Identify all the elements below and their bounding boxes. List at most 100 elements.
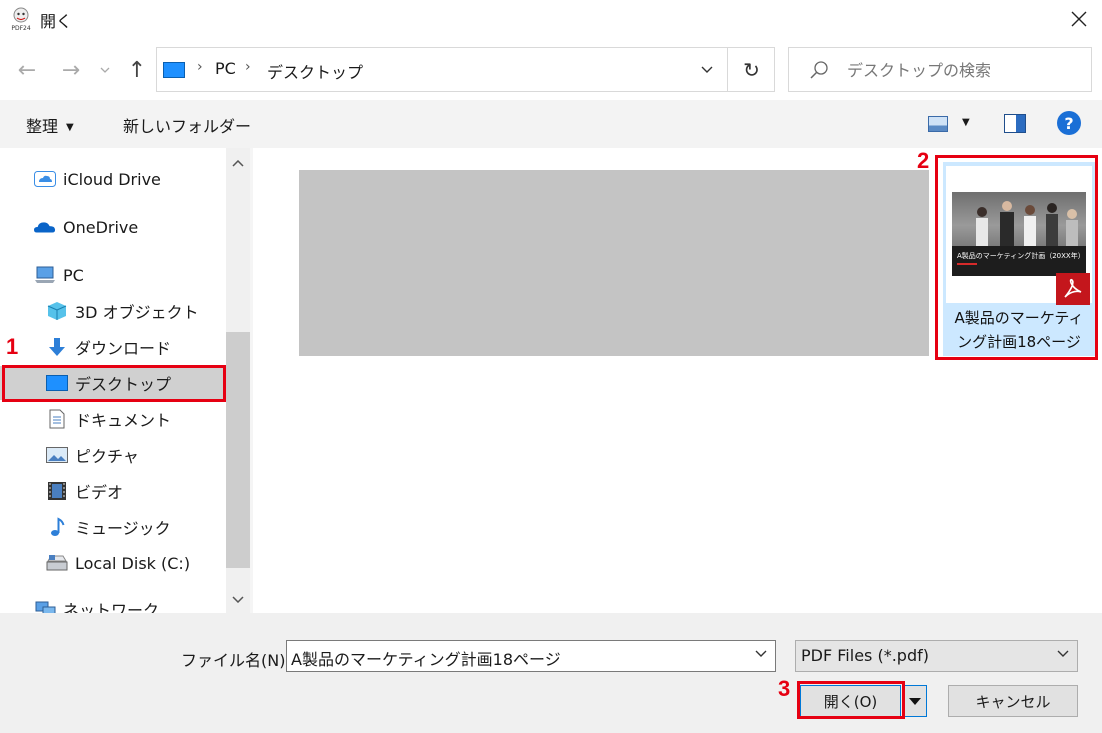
search-input[interactable] bbox=[847, 56, 1077, 84]
new-folder-button[interactable]: 新しいフォルダー bbox=[123, 113, 251, 137]
chevron-down-icon bbox=[232, 595, 244, 603]
video-icon bbox=[46, 480, 68, 502]
sidebar-item-desktop[interactable]: デスクトップ bbox=[0, 366, 226, 400]
caret-down-icon: ▼ bbox=[66, 122, 74, 133]
breadcrumb-separator-icon: › bbox=[245, 59, 251, 75]
sidebar-item-label: ダウンロード bbox=[75, 339, 172, 358]
open-options-button[interactable] bbox=[903, 685, 927, 717]
view-options-icon[interactable] bbox=[928, 116, 948, 132]
acrobat-pdf-icon bbox=[1056, 273, 1090, 305]
sidebar-item-pc[interactable]: PC bbox=[34, 258, 84, 292]
organize-label: 整理 bbox=[26, 117, 59, 136]
recent-locations-button[interactable] bbox=[93, 56, 117, 84]
scrollbar-thumb[interactable] bbox=[226, 332, 250, 568]
file-name-line-1: A製品のマーケティ bbox=[954, 309, 1084, 327]
back-button[interactable]: ← bbox=[13, 56, 41, 84]
sidebar-item-videos[interactable]: ビデオ bbox=[46, 474, 123, 508]
desktop-icon bbox=[46, 372, 68, 394]
sidebar-item-icloud-drive[interactable]: iCloud Drive bbox=[34, 162, 161, 196]
sidebar-item-label: デスクトップ bbox=[75, 375, 172, 394]
filename-value: A製品のマーケティング計画18ページ bbox=[291, 650, 561, 669]
sidebar-scrollbar[interactable] bbox=[226, 148, 250, 613]
people-photo-icon bbox=[976, 201, 1078, 246]
music-icon bbox=[46, 516, 68, 538]
cancel-button[interactable]: キャンセル bbox=[948, 685, 1078, 717]
filename-label: ファイル名(N): bbox=[181, 651, 291, 670]
address-bar[interactable]: › PC › デスクトップ ↻ bbox=[156, 47, 775, 92]
sidebar-item-label: 3D オブジェクト bbox=[75, 303, 199, 322]
file-name-line-2: ング計画18ページ bbox=[957, 333, 1081, 351]
file-list: A製品のマーケティング計画（20XX年） A製品のマーケティ ング計画18ページ bbox=[253, 148, 1102, 613]
arrow-up-icon: ↑ bbox=[127, 57, 147, 83]
sidebar-item-downloads[interactable]: ダウンロード bbox=[46, 330, 171, 364]
sidebar-item-label: OneDrive bbox=[63, 217, 139, 237]
sidebar-item-documents[interactable]: ドキュメント bbox=[46, 402, 171, 436]
sidebar-item-network[interactable]: ネットワーク bbox=[34, 592, 159, 613]
help-icon[interactable]: ? bbox=[1057, 111, 1081, 135]
step-number-3: 3 bbox=[778, 676, 791, 701]
breadcrumb-separator-icon: › bbox=[197, 59, 203, 75]
caret-down-icon[interactable]: ▼ bbox=[962, 117, 970, 128]
forward-button[interactable]: → bbox=[57, 56, 85, 84]
filetype-select[interactable]: PDF Files (*.pdf) bbox=[795, 640, 1078, 672]
sidebar-item-pictures[interactable]: ピクチャ bbox=[46, 438, 139, 472]
sidebar-item-label: Local Disk (C:) bbox=[75, 553, 191, 573]
sidebar-item-label: ミュージック bbox=[75, 519, 171, 538]
pc-icon bbox=[34, 264, 56, 286]
icloud-icon bbox=[34, 168, 56, 190]
arrow-left-icon: ← bbox=[17, 57, 37, 83]
document-icon bbox=[46, 408, 68, 430]
sidebar-item-label: ピクチャ bbox=[75, 447, 139, 466]
navigation-pane: iCloud Drive OneDrive PC 3D オブジェクト ダウンロー… bbox=[0, 148, 250, 613]
download-icon bbox=[46, 336, 68, 358]
window-title: 開く bbox=[40, 12, 73, 31]
thumbnail-title: A製品のマーケティング計画（20XX年） bbox=[957, 252, 1085, 260]
breadcrumb-desktop[interactable]: デスクトップ bbox=[267, 59, 363, 83]
caret-down-icon bbox=[909, 697, 921, 705]
step-number-1: 1 bbox=[6, 334, 19, 359]
3d-objects-icon bbox=[46, 300, 68, 322]
chevron-down-icon[interactable] bbox=[755, 650, 767, 657]
chevron-down-icon bbox=[100, 67, 110, 73]
chevron-down-icon bbox=[701, 66, 713, 73]
local-disk-icon bbox=[46, 552, 68, 574]
search-box[interactable] bbox=[788, 47, 1092, 92]
pdf24-icon: PDF24 bbox=[10, 7, 32, 32]
title-bar: PDF24 開く bbox=[0, 0, 1102, 38]
file-item-pdf[interactable]: A製品のマーケティング計画（20XX年） A製品のマーケティ ング計画18ページ bbox=[943, 162, 1095, 356]
file-thumbnail: A製品のマーケティング計画（20XX年） bbox=[946, 166, 1092, 305]
sidebar-item-local-disk[interactable]: Local Disk (C:) bbox=[46, 546, 190, 580]
close-button[interactable] bbox=[1056, 0, 1102, 38]
preview-pane-icon[interactable] bbox=[1004, 114, 1026, 133]
monitor-icon bbox=[163, 62, 185, 78]
sidebar-item-music[interactable]: ミュージック bbox=[46, 510, 171, 544]
open-file-dialog: PDF24 開く ← → ↑ › PC › デスクトップ ↻ デスクトップの検索… bbox=[0, 0, 1102, 733]
sidebar-item-3d-objects[interactable]: 3D オブジェクト bbox=[46, 294, 199, 328]
filename-input[interactable]: A製品のマーケティング計画18ページ bbox=[286, 640, 776, 672]
breadcrumb-pc[interactable]: PC bbox=[215, 59, 236, 78]
sidebar-item-label: ビデオ bbox=[75, 483, 124, 502]
file-name-label: A製品のマーケティ ング計画18ページ bbox=[943, 306, 1095, 354]
refresh-icon: ↻ bbox=[743, 57, 760, 82]
sidebar-item-onedrive[interactable]: OneDrive bbox=[34, 210, 138, 244]
up-button[interactable]: ↑ bbox=[123, 56, 151, 84]
open-button[interactable]: 開く(O) bbox=[800, 685, 901, 717]
redacted-area bbox=[299, 170, 929, 356]
organize-menu[interactable]: 整理 ▼ bbox=[26, 113, 74, 137]
step-number-2: 2 bbox=[917, 148, 930, 173]
scroll-down-button[interactable] bbox=[226, 588, 250, 610]
thumbnail-accent-line bbox=[957, 263, 977, 265]
arrow-right-icon: → bbox=[61, 57, 81, 83]
search-icon bbox=[810, 61, 828, 79]
onedrive-icon bbox=[34, 216, 56, 238]
chevron-down-icon bbox=[1057, 650, 1069, 657]
sidebar-item-label: iCloud Drive bbox=[63, 169, 161, 189]
svg-text:PDF24: PDF24 bbox=[11, 25, 31, 32]
pictures-icon bbox=[46, 444, 68, 466]
close-icon bbox=[1071, 11, 1087, 27]
address-dropdown-button[interactable] bbox=[687, 48, 727, 91]
network-icon bbox=[34, 598, 56, 613]
refresh-button[interactable]: ↻ bbox=[728, 48, 775, 91]
filetype-value: PDF Files (*.pdf) bbox=[801, 646, 929, 665]
scroll-up-button[interactable] bbox=[226, 152, 250, 174]
